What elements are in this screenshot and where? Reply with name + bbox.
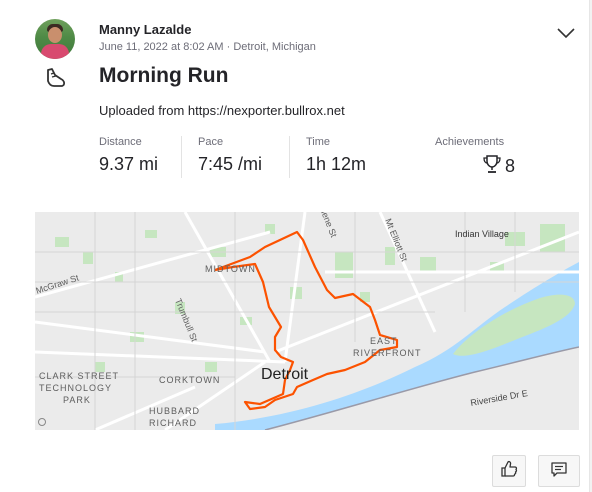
- stat-value: 7:45 /mi: [198, 154, 263, 174]
- athlete-name[interactable]: Manny Lazalde: [99, 22, 191, 37]
- stat-divider: [289, 136, 290, 178]
- avatar[interactable]: [35, 19, 75, 59]
- stat-time: Time 1h 12m: [306, 136, 366, 175]
- stat-label: Time: [306, 136, 331, 148]
- stat-value: 9.37 mi: [99, 154, 159, 174]
- stat-divider: [181, 136, 182, 178]
- chevron-down-icon[interactable]: [556, 26, 576, 40]
- stat-label: Distance: [99, 136, 142, 148]
- map-label-riverfront: RIVERFRONT: [353, 348, 422, 358]
- map-label-richard: RICHARD: [149, 418, 197, 428]
- stat-achievements[interactable]: Achievements 8: [435, 136, 515, 179]
- map-label-hubbard: HUBBARD: [149, 406, 200, 416]
- map-label-corktown: CORKTOWN: [159, 375, 220, 385]
- trophy-icon: [482, 154, 502, 179]
- map-label-midtown: MIDTOWN: [205, 264, 256, 274]
- map-label-park: PARK: [63, 395, 91, 405]
- achievements-count: 8: [504, 156, 515, 176]
- stat-label: Achievements: [435, 136, 505, 148]
- map-label-technology: TECHNOLOGY: [39, 383, 112, 393]
- route-map[interactable]: Indian Village McGraw St MIDTOWN Trumbul…: [35, 212, 579, 430]
- stat-distance: Distance 9.37 mi: [99, 136, 158, 175]
- running-shoe-icon: [42, 65, 68, 91]
- comment-button[interactable]: [538, 455, 580, 487]
- kudos-button[interactable]: [492, 455, 526, 487]
- stat-label: Pace: [198, 136, 224, 148]
- map-label-clark-street: CLARK STREET: [39, 371, 119, 381]
- stat-pace: Pace 7:45 /mi: [198, 136, 262, 175]
- map-label-east: EAST: [370, 336, 398, 346]
- activity-card: Manny Lazalde June 11, 2022 at 8:02 AM ·…: [0, 0, 590, 492]
- map-label-indian-village: Indian Village: [455, 229, 509, 239]
- comment-icon: [550, 460, 568, 483]
- stat-value: 1h 12m: [306, 154, 367, 174]
- activity-meta: June 11, 2022 at 8:02 AM · Detroit, Mich…: [99, 41, 316, 53]
- thumbs-up-icon: [500, 460, 518, 483]
- map-label-detroit: Detroit: [261, 366, 309, 383]
- activity-description: Uploaded from https://nexporter.bullrox.…: [99, 103, 345, 118]
- activity-title[interactable]: Morning Run: [99, 64, 228, 88]
